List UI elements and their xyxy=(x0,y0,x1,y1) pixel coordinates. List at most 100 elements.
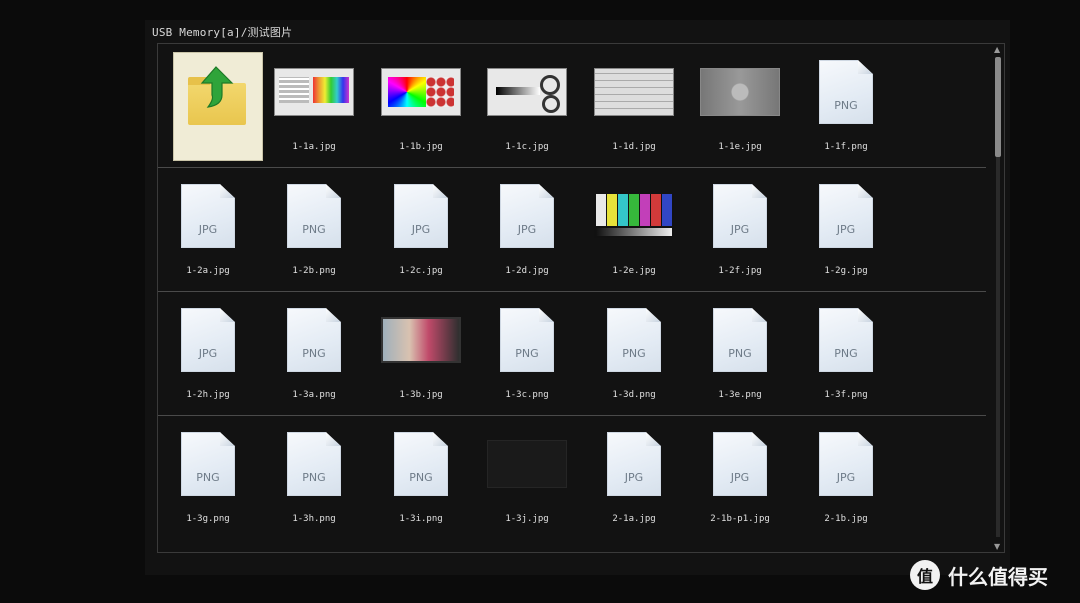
file-thumbnail: PNG xyxy=(594,300,674,380)
file-name-label: 1-3e.png xyxy=(718,390,762,400)
file-item[interactable]: PNG 1-3d.png xyxy=(584,294,684,414)
gray-steps xyxy=(279,77,309,103)
png-file-icon: PNG xyxy=(819,308,873,372)
file-type-label: PNG xyxy=(728,347,752,360)
watermark-text: 什么值得买 xyxy=(948,564,1048,589)
watermark-badge: 值 xyxy=(910,560,940,590)
file-item[interactable]: JPG 1-2a.jpg xyxy=(158,170,258,290)
color-bar xyxy=(607,194,617,226)
png-file-icon: PNG xyxy=(287,432,341,496)
file-item[interactable]: PNG 1-3g.png xyxy=(158,418,258,538)
file-item[interactable]: PNG 1-3h.png xyxy=(264,418,364,538)
file-item[interactable]: PNG 1-3a.png xyxy=(264,294,364,414)
file-name-label: 1-3h.png xyxy=(292,514,336,524)
file-thumbnail: JPG xyxy=(806,176,886,256)
file-name-label: 1-3j.jpg xyxy=(505,514,549,524)
file-thumbnail xyxy=(700,52,780,132)
file-item[interactable]: 1-1c.jpg xyxy=(477,46,577,166)
color-swatches xyxy=(426,77,454,107)
file-item[interactable]: 1-3b.jpg xyxy=(371,294,471,414)
file-name-label: 1-2f.jpg xyxy=(718,266,762,276)
scroll-thumb[interactable] xyxy=(995,57,1001,157)
file-item[interactable]: 1-1d.jpg xyxy=(584,46,684,166)
file-name-label: 1-3g.png xyxy=(186,514,230,524)
file-name-label: 1-2c.jpg xyxy=(399,266,443,276)
file-item[interactable]: JPG 2-1a.jpg xyxy=(584,418,684,538)
scroll-down-icon[interactable]: ▼ xyxy=(994,542,1000,551)
file-name-label: 1-2d.jpg xyxy=(505,266,549,276)
scroll-up-icon[interactable]: ▲ xyxy=(994,45,1000,54)
file-item[interactable]: PNG 1-3e.png xyxy=(690,294,790,414)
folder-path: USB Memory[a]/测试图片 xyxy=(152,26,293,39)
file-type-label: PNG xyxy=(196,471,220,484)
file-type-label: JPG xyxy=(198,347,218,360)
file-type-label: JPG xyxy=(624,471,644,484)
page-fold xyxy=(858,432,873,446)
grid-row: JPG 1-2a.jpg PNG 1-2b.png JPG 1-2c.jpg JPG 1-2d… xyxy=(158,168,986,292)
file-item[interactable]: JPG 1-2f.jpg xyxy=(690,170,790,290)
file-thumbnail: JPG xyxy=(700,424,780,504)
file-thumbnail: JPG xyxy=(381,176,461,256)
page-fold xyxy=(752,432,767,446)
page-fold xyxy=(752,308,767,322)
color-bar xyxy=(629,194,639,226)
parent-folder-icon[interactable] xyxy=(173,52,263,161)
file-type-label: PNG xyxy=(302,223,326,236)
file-item[interactable]: PNG 1-3c.png xyxy=(477,294,577,414)
color-bar xyxy=(651,194,661,226)
dim-image-thumbnail xyxy=(487,440,567,488)
file-item[interactable]: PNG 1-1f.png xyxy=(796,46,896,166)
file-item[interactable]: JPG 1-2h.jpg xyxy=(158,294,258,414)
file-type-label: JPG xyxy=(730,223,750,236)
file-name-label: 1-3f.png xyxy=(824,390,868,400)
color-bar xyxy=(640,194,650,226)
test-pattern-thumbnail xyxy=(274,68,354,116)
file-item[interactable]: 1-1e.jpg xyxy=(690,46,790,166)
file-item[interactable]: PNG 1-3i.png xyxy=(371,418,471,538)
file-type-label: JPG xyxy=(836,223,856,236)
file-thumbnail: JPG xyxy=(806,424,886,504)
file-thumbnail: PNG xyxy=(487,300,567,380)
file-name-label: 1-1b.jpg xyxy=(399,142,443,152)
file-type-label: JPG xyxy=(198,223,218,236)
test-pattern-thumbnail xyxy=(700,68,780,116)
color-bar xyxy=(596,194,606,226)
file-item[interactable]: JPG 1-2c.jpg xyxy=(371,170,471,290)
jpg-file-icon: JPG xyxy=(713,432,767,496)
jpg-file-icon: JPG xyxy=(394,184,448,248)
file-item[interactable]: JPG 1-2d.jpg xyxy=(477,170,577,290)
file-item[interactable]: JPG 2-1b.jpg xyxy=(796,418,896,538)
scrollbar[interactable]: ▲ ▼ xyxy=(993,45,1003,551)
page-fold xyxy=(858,184,873,198)
file-name-label: 1-3c.png xyxy=(505,390,549,400)
file-type-label: JPG xyxy=(411,223,431,236)
page-fold xyxy=(539,308,554,322)
parent-folder-item[interactable] xyxy=(158,46,263,166)
page-fold xyxy=(326,432,341,446)
file-type-label: PNG xyxy=(834,347,858,360)
page-fold xyxy=(220,308,235,322)
file-item[interactable]: PNG 1-3f.png xyxy=(796,294,896,414)
file-name-label: 1-3d.png xyxy=(612,390,656,400)
file-item[interactable]: JPG 1-2g.jpg xyxy=(796,170,896,290)
file-type-label: PNG xyxy=(302,347,326,360)
file-type-label: PNG xyxy=(834,99,858,112)
file-item[interactable]: 1-3j.jpg xyxy=(477,418,577,538)
file-item[interactable]: 1-2e.jpg xyxy=(584,170,684,290)
page-fold xyxy=(326,184,341,198)
file-item[interactable]: PNG 1-2b.png xyxy=(264,170,364,290)
file-thumbnail: PNG xyxy=(274,424,354,504)
test-pattern-thumbnail xyxy=(594,68,674,116)
file-browser-panel: 1-1a.jpg 1-1b.jpg 1-1c.jpg 1-1d.jpg 1-1e.jpg… xyxy=(157,43,1005,553)
watermark-logo: 值 什么值得买 xyxy=(910,560,1048,590)
file-item[interactable]: 1-1b.jpg xyxy=(371,46,471,166)
file-thumbnail: JPG xyxy=(594,424,674,504)
photo-content xyxy=(383,319,459,361)
jpg-file-icon: JPG xyxy=(713,184,767,248)
file-name-label: 2-1b.jpg xyxy=(824,514,868,524)
file-name-label: 2-1b-p1.jpg xyxy=(710,514,770,524)
file-item[interactable]: JPG 2-1b-p1.jpg xyxy=(690,418,790,538)
file-thumbnail: PNG xyxy=(168,424,248,504)
file-item[interactable]: 1-1a.jpg xyxy=(264,46,364,166)
file-thumbnail: PNG xyxy=(806,300,886,380)
